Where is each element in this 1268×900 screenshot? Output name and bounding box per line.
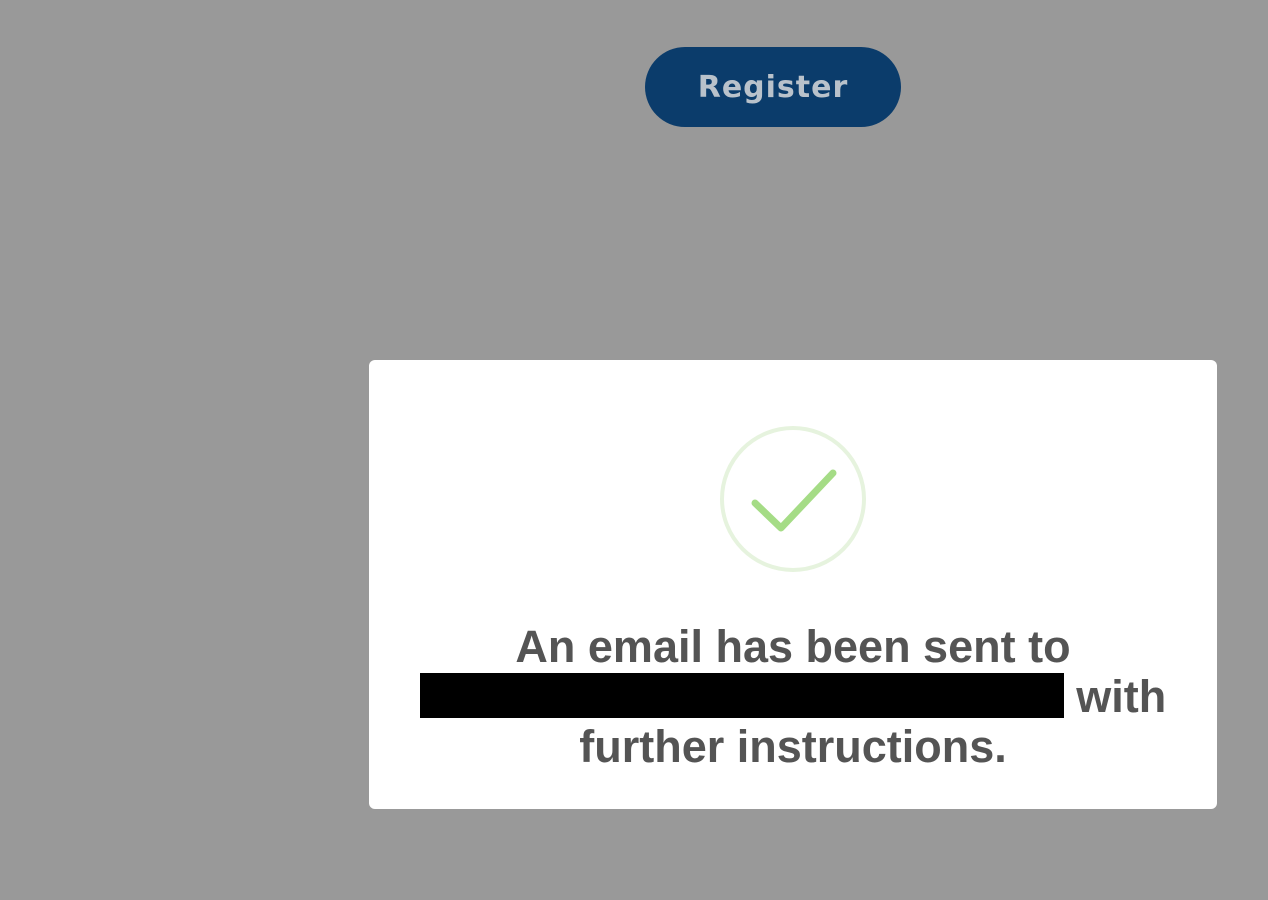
confirmation-message: An email has been sent to with further i… [369,622,1217,772]
message-with: with [1076,671,1167,722]
success-dialog: An email has been sent to with further i… [369,360,1217,809]
register-button[interactable]: Register [645,47,901,127]
redacted-email [419,673,1064,718]
message-line-3: further instructions. [579,721,1007,772]
message-line-1: An email has been sent to [515,621,1071,672]
message-line-2: with [369,672,1217,722]
success-check-icon [720,426,866,572]
